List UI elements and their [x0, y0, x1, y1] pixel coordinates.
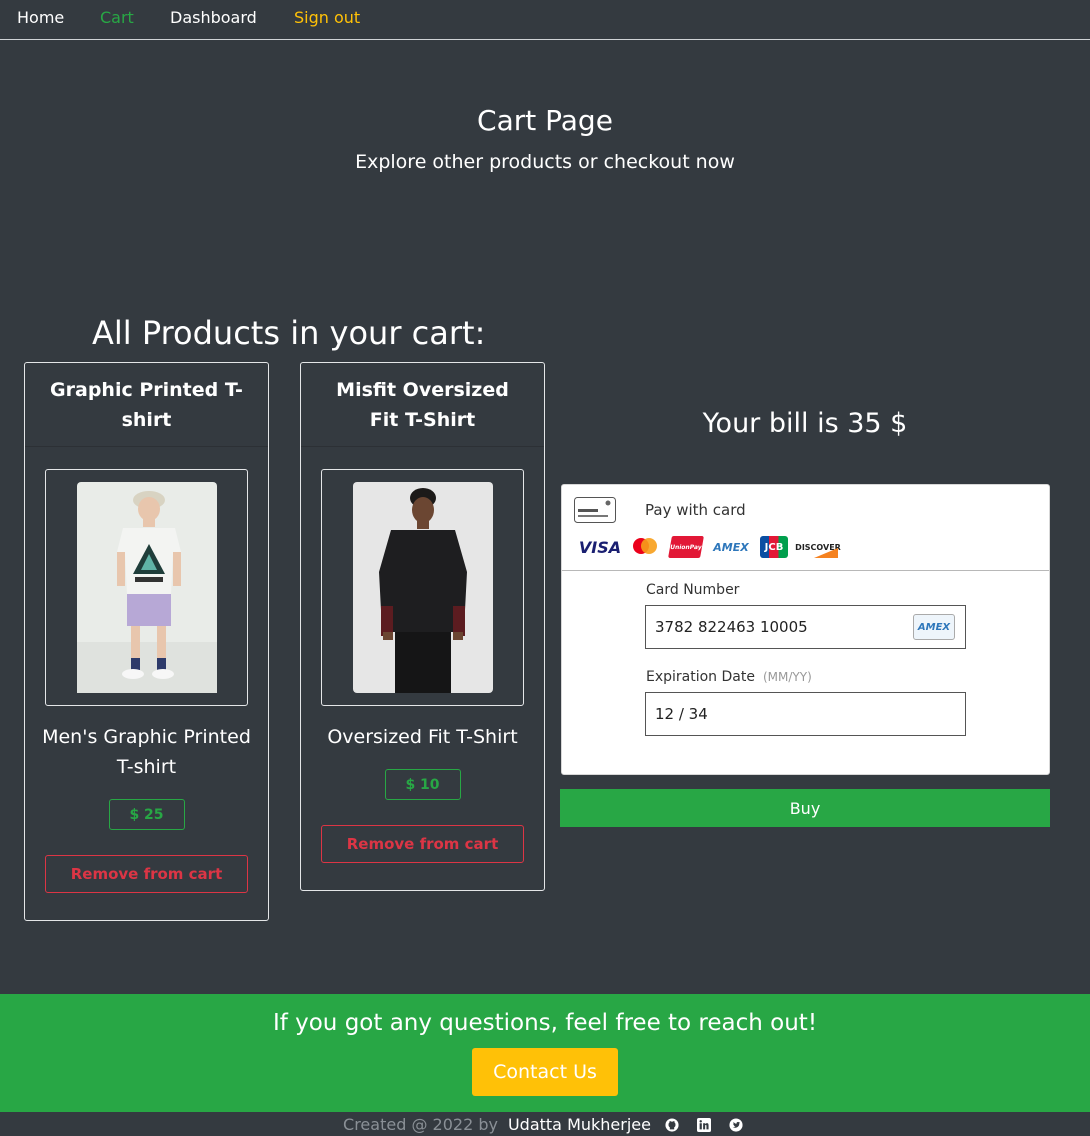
card-number-value: 3782 822463 10005	[655, 618, 808, 636]
product-card-header: Graphic Printed T-shirt	[25, 363, 268, 447]
remove-from-cart-button[interactable]: Remove from cart	[321, 825, 524, 863]
pay-with-card-label: Pay with card	[645, 501, 746, 519]
discover-icon: DISCOVER	[795, 536, 841, 558]
card-number-input[interactable]: 3782 822463 10005 AMEX	[645, 605, 966, 649]
bill-total: Your bill is 35 $	[702, 408, 908, 439]
contact-us-button[interactable]: Contact Us	[472, 1048, 618, 1096]
product-image	[352, 482, 493, 693]
credit-card-icon	[574, 497, 616, 523]
nav-cart-link[interactable]: Cart	[100, 8, 134, 27]
detected-brand-icon: AMEX	[913, 614, 955, 640]
jcb-icon: JCB	[760, 536, 788, 558]
expiration-date-label: Expiration Date (MM/YY)	[646, 669, 812, 685]
contact-band: If you got any questions, feel free to r…	[0, 994, 1090, 1112]
payment-form: Pay with card VISA UnionPay AMEX JCB DIS…	[561, 484, 1050, 775]
remove-from-cart-button[interactable]: Remove from cart	[45, 855, 248, 893]
contact-prompt: If you got any questions, feel free to r…	[272, 1010, 818, 1036]
credit-prefix: Created @ 2022 by	[343, 1115, 498, 1134]
visa-icon: VISA	[578, 537, 622, 557]
product-image-frame	[45, 469, 248, 706]
product-card-header: Misfit Oversized Fit T-Shirt	[301, 363, 544, 447]
page-subtitle: Explore other products or checkout now	[355, 151, 735, 173]
price-badge: $ 10	[384, 769, 461, 800]
product-card: Graphic Printed T-shirt Men's Graphic Pr…	[24, 362, 269, 921]
price-badge: $ 25	[108, 799, 185, 830]
nav-home-link[interactable]: Home	[17, 8, 64, 27]
github-icon[interactable]	[661, 1117, 683, 1132]
amex-icon: AMEX	[713, 540, 749, 554]
expiration-date-hint: (MM/YY)	[762, 670, 812, 684]
expiration-date-value: 12 / 34	[655, 705, 708, 723]
twitter-icon[interactable]	[725, 1117, 747, 1132]
product-image-frame	[321, 469, 524, 706]
product-title: Men's Graphic Printed T-shirt	[42, 726, 251, 778]
mastercard-icon	[630, 536, 660, 558]
unionpay-icon: UnionPay	[668, 536, 704, 558]
card-brand-logos: VISA UnionPay AMEX JCB DISCOVER	[578, 536, 841, 558]
product-image	[76, 482, 217, 693]
author-name[interactable]: Udatta Mukherjee	[508, 1115, 651, 1134]
nav-signout-link[interactable]: Sign out	[294, 8, 360, 27]
payment-header: Pay with card VISA UnionPay AMEX JCB DIS…	[562, 485, 1049, 571]
credits-bar: Created @ 2022 by Udatta Mukherjee	[0, 1113, 1090, 1136]
card-number-label: Card Number	[646, 582, 740, 598]
product-title: Oversized Fit T-Shirt	[327, 726, 518, 748]
expiration-date-input[interactable]: 12 / 34	[645, 692, 966, 736]
nav-dashboard-link[interactable]: Dashboard	[170, 8, 257, 27]
buy-button[interactable]: Buy	[560, 789, 1050, 827]
linkedin-icon[interactable]	[693, 1117, 715, 1132]
product-card: Misfit Oversized Fit T-Shirt Oversized F…	[300, 362, 545, 891]
expiration-date-label-text: Expiration Date	[646, 669, 755, 685]
page-title: Cart Page	[477, 104, 613, 137]
cart-heading: All Products in your cart:	[92, 314, 486, 352]
top-navbar: Home Cart Dashboard Sign out	[0, 0, 1090, 40]
